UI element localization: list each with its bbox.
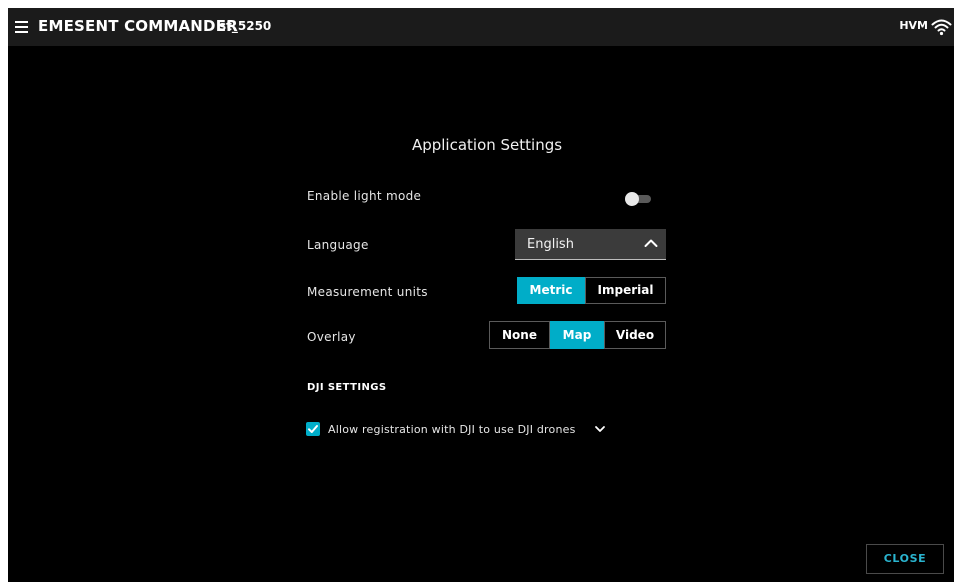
dji-registration-label[interactable]: Allow registration with DJI to use DJI d… (328, 423, 576, 436)
light-mode-label: Enable light mode (307, 189, 422, 203)
wifi-icon[interactable] (931, 18, 952, 36)
chevron-up-icon (644, 239, 658, 247)
language-label: Language (307, 238, 369, 252)
overlay-map-button[interactable]: Map (550, 321, 604, 349)
units-label: Measurement units (307, 285, 428, 299)
dji-settings-heading: DJI SETTINGS (307, 382, 387, 393)
device-id: st_5250 (219, 19, 272, 33)
checkmark-icon (308, 425, 318, 433)
app-title: EMESENT COMMANDER (38, 17, 238, 35)
hamburger-menu-icon[interactable] (12, 18, 32, 36)
app-window: EMESENT COMMANDER st_5250 HVM Applicatio… (8, 8, 954, 582)
language-select[interactable]: English (515, 229, 666, 260)
close-button[interactable]: CLOSE (866, 544, 944, 574)
overlay-video-button[interactable]: Video (604, 321, 666, 349)
language-value: English (527, 237, 574, 252)
settings-title: Application Settings (411, 136, 563, 154)
overlay-label: Overlay (307, 330, 356, 344)
units-metric-button[interactable]: Metric (517, 277, 585, 304)
light-mode-toggle[interactable] (625, 192, 651, 206)
units-imperial-button[interactable]: Imperial (585, 277, 666, 304)
dji-registration-checkbox[interactable] (306, 422, 320, 436)
units-segmented-control: Metric Imperial (517, 277, 666, 304)
overlay-segmented-control: None Map Video (489, 321, 666, 349)
mode-indicator: HVM (899, 19, 928, 32)
toggle-knob (625, 192, 639, 206)
overlay-none-button[interactable]: None (489, 321, 550, 349)
chevron-down-icon[interactable] (594, 423, 606, 435)
top-bar: EMESENT COMMANDER st_5250 HVM (8, 8, 954, 46)
